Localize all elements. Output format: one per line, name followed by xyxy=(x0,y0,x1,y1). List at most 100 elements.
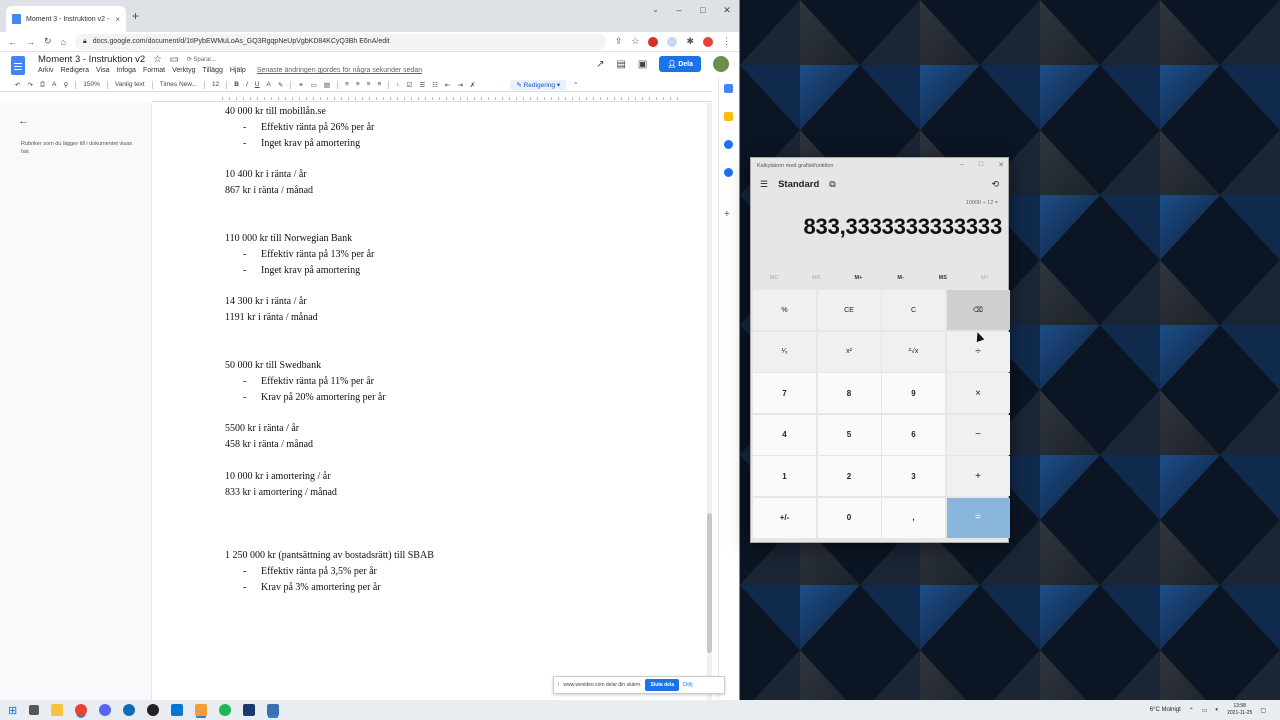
image-icon[interactable]: ▨ xyxy=(324,81,330,89)
share-button[interactable]: 👤︎ Dela xyxy=(659,56,701,72)
meet-icon[interactable]: ▣ xyxy=(638,59,647,70)
volume-icon[interactable]: 🔈︎ xyxy=(1216,707,1220,714)
clock[interactable]: 13:58 2021-11-25 xyxy=(1227,703,1252,717)
calc-close-button[interactable]: ✕ xyxy=(998,161,1004,169)
reload-icon[interactable]: ↻ xyxy=(44,36,52,47)
tab-close-icon[interactable]: × xyxy=(115,15,120,24)
edge-icon[interactable] xyxy=(123,704,136,716)
outline-back-arrow-icon[interactable]: ← xyxy=(18,115,29,127)
equals-key[interactable]: = xyxy=(946,497,1010,538)
negate-key[interactable]: +/- xyxy=(753,497,816,538)
font-select[interactable]: Times New... xyxy=(160,81,197,88)
user-avatar[interactable] xyxy=(713,56,729,72)
hamburger-menu-icon[interactable]: ☰ xyxy=(760,179,768,190)
spotify-icon[interactable] xyxy=(219,704,232,716)
bullet-item[interactable]: - Krav på 3% amortering per år xyxy=(243,582,381,593)
multiply-key[interactable]: × xyxy=(946,373,1010,413)
bullet-item[interactable]: - Effektiv ränta på 26% per år xyxy=(243,122,374,133)
add-on-plus-icon[interactable]: + xyxy=(724,210,733,220)
maximize-button[interactable]: □ xyxy=(691,2,715,18)
menu-infoga[interactable]: Infoga xyxy=(116,67,135,74)
star-icon[interactable]: ☆ xyxy=(153,54,162,65)
square-root-key[interactable]: ²√x xyxy=(882,331,945,372)
memory-add-button[interactable]: M+ xyxy=(837,267,879,289)
italic-button[interactable]: I xyxy=(246,81,248,88)
nine-key[interactable]: 9 xyxy=(882,373,945,413)
outlook-icon[interactable] xyxy=(171,704,184,716)
tray-chevron-icon[interactable]: ⌃ xyxy=(1189,707,1194,714)
memory-list-button[interactable]: M˅ xyxy=(964,267,1006,289)
calculator-titlebar[interactable]: Kalkylatorn med grafiskfunktion – □ ✕ xyxy=(751,158,1008,174)
bullet-list-icon[interactable]: ☰ xyxy=(419,81,425,89)
indent-increase-icon[interactable]: ⇥ xyxy=(457,81,462,89)
stop-sharing-button[interactable]: Sluta dela xyxy=(645,679,680,691)
two-key[interactable]: 2 xyxy=(817,456,881,496)
memory-subtract-button[interactable]: M- xyxy=(880,267,922,289)
menu-arkiv[interactable]: Arkiv xyxy=(38,67,54,74)
bookmark-star-icon[interactable]: ☆ xyxy=(631,36,639,47)
calendar-icon[interactable] xyxy=(724,84,733,93)
menu-format[interactable]: Format xyxy=(143,67,165,74)
bullet-item[interactable]: - Inget krav på amortering xyxy=(243,265,360,276)
bullet-item[interactable]: - Effektiv ränta på 11% per år xyxy=(243,376,374,387)
highlight-icon[interactable]: ✎ xyxy=(278,81,283,89)
paragraph-line[interactable]: 14 300 kr i ränta / år xyxy=(225,296,307,307)
menu-hjalp[interactable]: Hjälp xyxy=(230,67,246,74)
align-justify-icon[interactable]: ≡ xyxy=(377,81,381,88)
text-color-button[interactable]: A xyxy=(267,81,271,88)
four-key[interactable]: 4 xyxy=(753,414,816,455)
paragraph-line[interactable]: 867 kr i ränta / månad xyxy=(225,185,313,196)
calc-maximize-button[interactable]: □ xyxy=(979,161,983,169)
bullet-item[interactable]: - Krav på 20% amortering per år xyxy=(243,392,386,403)
square-key[interactable]: x² xyxy=(817,331,881,372)
font-size-input[interactable]: 12 xyxy=(212,81,219,88)
clear-format-icon[interactable]: ✗ xyxy=(470,81,475,89)
last-edit-link[interactable]: Senaste ändringen gjordes för några seku… xyxy=(257,67,422,74)
checklist-icon[interactable]: ☑ xyxy=(407,81,413,89)
calc-minimize-button[interactable]: – xyxy=(960,161,964,169)
five-key[interactable]: 5 xyxy=(817,414,881,455)
comment-add-icon[interactable]: ▭ xyxy=(311,81,317,89)
keep-on-top-icon[interactable]: ⧉ xyxy=(829,179,835,190)
print-icon[interactable]: ⎙ xyxy=(40,81,45,89)
hide-sharebar-button[interactable]: Dölj xyxy=(683,682,692,688)
document-scrollbar[interactable] xyxy=(707,103,712,700)
paragraph-line[interactable]: 458 kr i ränta / månad xyxy=(225,439,313,450)
profile-avatar-icon[interactable] xyxy=(703,36,713,47)
paragraph-line[interactable]: 110 000 kr till Norwegian Bank xyxy=(225,233,352,244)
forward-arrow-icon[interactable]: → xyxy=(26,37,35,47)
backspace-key[interactable]: ⌫ xyxy=(946,290,1010,330)
network-icon[interactable]: ▭ xyxy=(1202,707,1208,714)
collapse-toolbar-icon[interactable]: ⌃ xyxy=(573,81,578,89)
weather-widget[interactable]: 6°C Molnigt xyxy=(1150,707,1181,713)
document-page[interactable]: 40 000 kr till mobillån.se - Effektiv ränt… xyxy=(152,103,708,700)
align-right-icon[interactable]: ≡ xyxy=(367,81,371,88)
paragraph-line[interactable]: 5500 kr i ränta / år xyxy=(225,423,299,434)
comments-icon[interactable]: ▤ xyxy=(616,59,625,70)
clear-entry-key[interactable]: CE xyxy=(817,290,881,330)
redo-icon[interactable]: ↷ xyxy=(27,81,32,89)
numbered-list-icon[interactable]: ☷ xyxy=(432,81,438,89)
align-left-icon[interactable]: ≡ xyxy=(345,81,349,88)
drag-handle-icon[interactable]: ⁞ xyxy=(558,682,559,688)
teams-icon[interactable] xyxy=(195,704,208,716)
eight-key[interactable]: 8 xyxy=(817,373,881,413)
three-key[interactable]: 3 xyxy=(882,456,945,496)
start-windows-icon[interactable]: ⊞ xyxy=(8,704,17,717)
menu-visa[interactable]: Visa xyxy=(96,67,110,74)
notification-icon[interactable]: ▢ xyxy=(1260,707,1266,714)
contacts-icon[interactable] xyxy=(724,168,733,177)
memory-clear-button[interactable]: MC xyxy=(753,267,795,289)
bullet-item[interactable]: - Effektiv ränta på 13% per år xyxy=(243,249,374,260)
back-arrow-icon[interactable]: ← xyxy=(8,37,17,47)
paragraph-line[interactable]: 1 250 000 kr (pantsättning av bostadsrät… xyxy=(225,550,434,561)
style-select[interactable]: Vanlig text xyxy=(115,81,145,88)
history-icon[interactable]: ⟲ xyxy=(991,179,999,190)
home-icon[interactable]: ⌂ xyxy=(61,37,66,47)
minimize-button[interactable]: – xyxy=(667,2,691,18)
app-k-icon[interactable] xyxy=(243,704,256,716)
share-page-icon[interactable]: ⇪ xyxy=(615,36,623,47)
keep-icon[interactable] xyxy=(724,112,733,121)
paragraph-line[interactable]: 50 000 kr till Swedbank xyxy=(225,360,321,371)
activity-trend-icon[interactable]: ↗ xyxy=(596,59,604,70)
